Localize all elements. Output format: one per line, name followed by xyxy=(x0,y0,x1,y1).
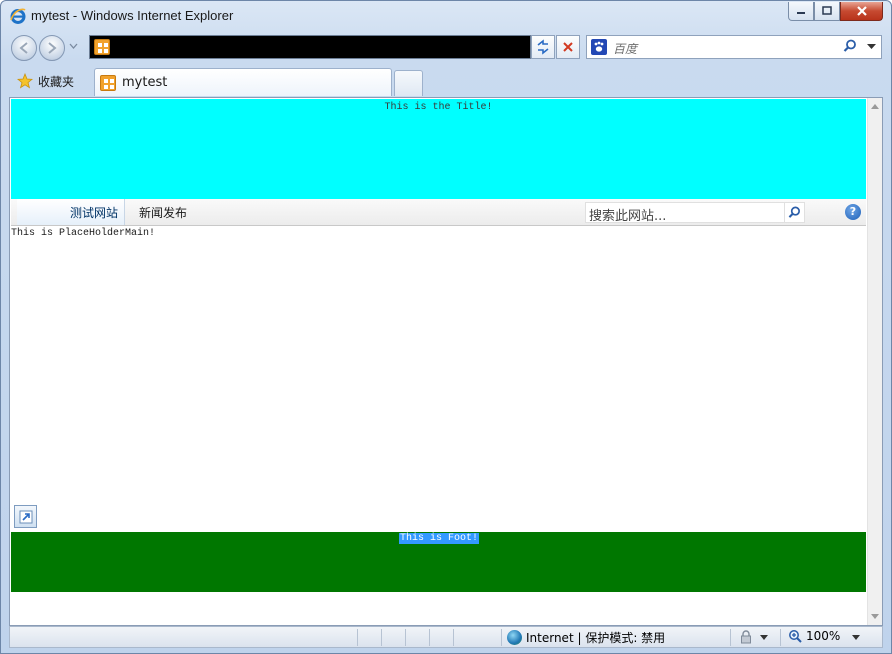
globe-icon xyxy=(507,630,522,645)
close-button[interactable] xyxy=(840,2,883,21)
site-search-placeholder: 搜索此网站... xyxy=(589,209,667,224)
status-divider xyxy=(730,629,731,646)
minimize-icon xyxy=(797,12,805,14)
site-search-button[interactable] xyxy=(784,203,804,222)
page-title: This is the Title! xyxy=(384,102,493,113)
page-icon xyxy=(94,39,110,55)
maximize-button[interactable] xyxy=(814,2,840,21)
ie-logo-icon xyxy=(10,8,26,24)
minimize-button[interactable] xyxy=(788,2,814,21)
nav-item-label: 测试网站 xyxy=(69,205,118,220)
chevron-down-icon xyxy=(760,634,768,640)
stop-button[interactable] xyxy=(556,35,580,59)
baidu-icon xyxy=(591,39,607,55)
status-divider xyxy=(429,629,430,646)
help-icon[interactable]: ? xyxy=(845,204,861,220)
navigation-bar: 百度 xyxy=(1,33,891,63)
chevron-down-icon[interactable] xyxy=(852,635,860,640)
maximize-icon xyxy=(822,6,832,15)
favorites-bar: 收藏夹 mytest xyxy=(1,64,891,97)
window-title: mytest - Windows Internet Explorer xyxy=(31,8,234,23)
main-placeholder-text: This is PlaceHolderMain! xyxy=(11,228,156,239)
tab-label: mytest xyxy=(122,75,168,90)
nav-item-news[interactable]: 新闻发布 xyxy=(139,199,187,225)
web-page: This is the Title! 测试网站 新闻发布 搜索此网站... ? … xyxy=(10,98,867,625)
stop-icon xyxy=(563,42,573,52)
chevron-down-icon[interactable] xyxy=(867,44,876,50)
status-divider xyxy=(381,629,382,646)
vertical-scrollbar[interactable] xyxy=(867,98,882,625)
web-search-box[interactable]: 百度 xyxy=(586,35,882,59)
history-dropdown-icon[interactable] xyxy=(69,43,78,49)
lock-icon xyxy=(741,630,751,644)
close-icon xyxy=(856,6,867,16)
status-bar: Internet | 保护模式: 禁用 100% xyxy=(9,626,883,648)
star-icon xyxy=(17,73,33,89)
scroll-down-icon[interactable] xyxy=(871,614,879,619)
site-search-input[interactable]: 搜索此网站... xyxy=(585,202,805,224)
page-title-area: This is the Title! xyxy=(11,99,866,199)
back-button[interactable] xyxy=(11,35,37,61)
page-icon xyxy=(100,74,116,91)
page-foot-text: This is Foot! xyxy=(399,533,480,544)
back-icon xyxy=(19,42,28,54)
search-placeholder: 百度 xyxy=(613,42,638,56)
favorites-label: 收藏夹 xyxy=(38,74,75,89)
zoom-level: 100% xyxy=(806,629,841,643)
forward-icon xyxy=(48,42,57,54)
content-viewport: This is the Title! 测试网站 新闻发布 搜索此网站... ? … xyxy=(9,97,883,626)
search-icon xyxy=(788,206,800,218)
browser-window: mytest - Windows Internet Explorer 百度 收藏… xyxy=(0,0,892,654)
nav-item-test-site[interactable]: 测试网站 xyxy=(17,199,125,225)
tab-mytest[interactable]: mytest xyxy=(94,68,392,96)
new-tab-button[interactable] xyxy=(394,70,423,96)
favorites-button[interactable]: 收藏夹 xyxy=(9,68,91,94)
open-in-new-icon[interactable] xyxy=(14,505,37,528)
zoom-icon xyxy=(789,630,802,643)
status-divider xyxy=(501,629,502,646)
scroll-up-icon[interactable] xyxy=(871,104,879,109)
status-divider xyxy=(405,629,406,646)
page-foot-area: This is Foot! xyxy=(11,532,866,592)
status-divider xyxy=(780,629,781,646)
refresh-icon xyxy=(537,39,549,55)
nav-item-label: 新闻发布 xyxy=(139,205,188,220)
search-icon[interactable] xyxy=(843,39,857,53)
site-top-nav: 测试网站 新闻发布 搜索此网站... ? xyxy=(11,199,866,226)
status-divider xyxy=(453,629,454,646)
forward-button[interactable] xyxy=(39,35,65,61)
zoom-control[interactable]: 100% xyxy=(788,629,840,643)
status-divider xyxy=(357,629,358,646)
refresh-button[interactable] xyxy=(531,35,555,59)
security-zone[interactable]: Internet | 保护模式: 禁用 xyxy=(507,629,665,646)
title-bar: mytest - Windows Internet Explorer xyxy=(1,1,891,31)
zone-label: Internet | 保护模式: 禁用 xyxy=(526,631,666,645)
address-bar[interactable] xyxy=(89,35,531,59)
protected-mode-button[interactable] xyxy=(740,630,768,644)
caption-buttons xyxy=(788,2,883,21)
